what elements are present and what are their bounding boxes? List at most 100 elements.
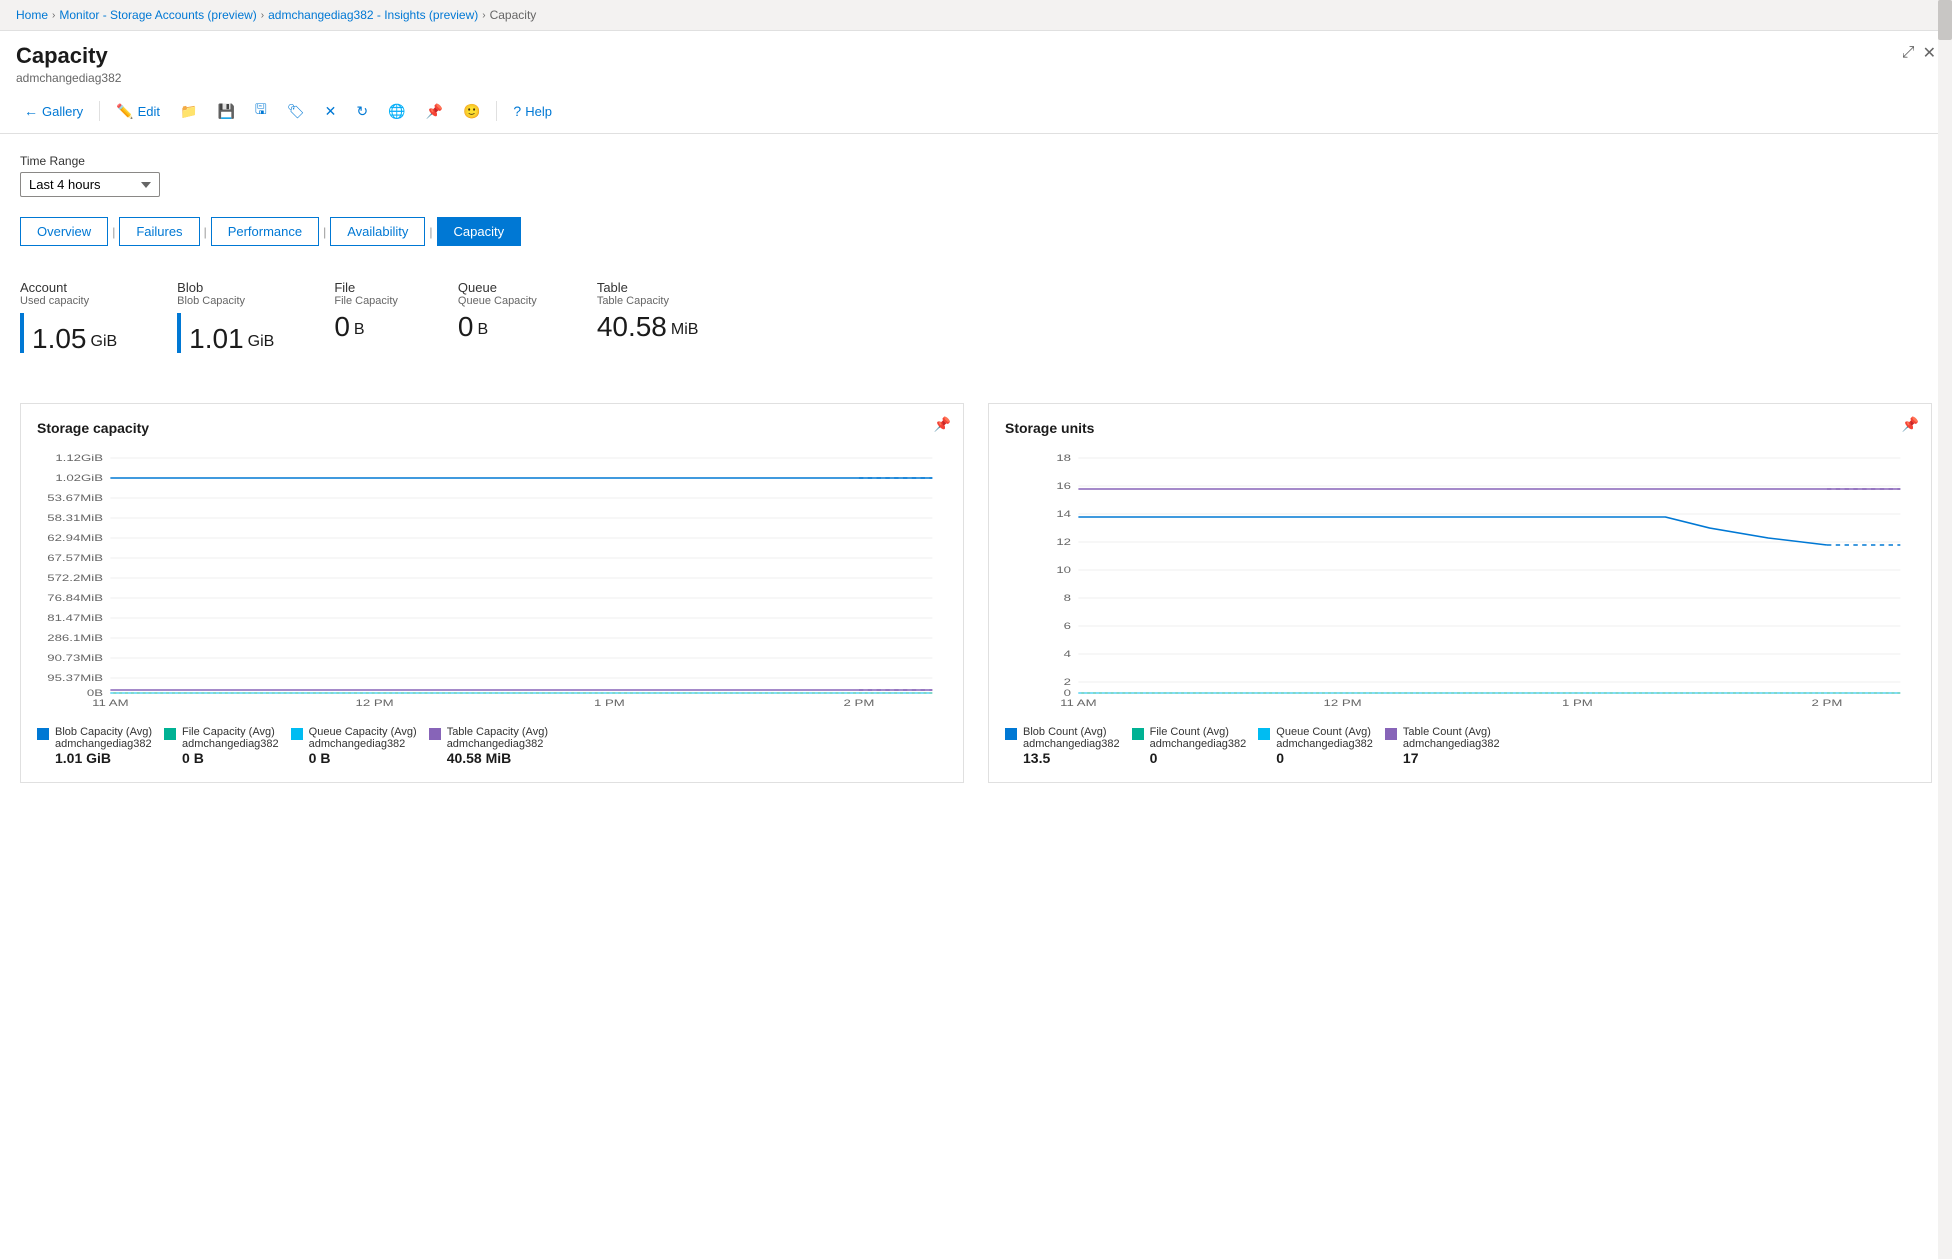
metric-blob-unit: GiB [248,333,275,353]
community-button[interactable]: 🌐 [380,99,413,124]
folder-icon: 📁 [180,103,197,120]
svg-text:62.94MiB: 62.94MiB [47,534,103,544]
edit-button[interactable]: ✏️ Edit [108,99,168,124]
metric-queue-sublabel: Queue Capacity [458,295,537,307]
metric-queue-label: Queue [458,280,537,295]
svg-text:18: 18 [1056,454,1071,464]
metric-table-number: 40.58 [597,313,667,341]
metric-queue-unit: B [478,321,489,341]
breadcrumb-sep-1: › [52,10,55,21]
toolbar-sep-2 [496,101,497,121]
legend-blob-count-value: 13.5 [1023,750,1120,766]
charts-section: Storage capacity 📌 [20,403,1932,783]
legend-queue-capacity-value: 0 B [309,750,417,766]
saveas-icon: 🖫 [255,99,267,123]
scrollbar-thumb[interactable] [1938,0,1952,40]
svg-text:1.12GiB: 1.12GiB [55,454,103,464]
legend-queue-capacity: Queue Capacity (Avg) admchangediag382 0 … [291,726,417,766]
svg-text:1.02GiB: 1.02GiB [55,474,103,484]
legend-blob-capacity-sublabel: admchangediag382 [55,738,152,750]
storage-units-pin[interactable]: 📌 [1902,416,1919,433]
metric-account: Account Used capacity 1.05 GiB [20,280,117,353]
legend-table-capacity-label: Table Capacity (Avg) [447,726,548,738]
time-range-label: Time Range [20,154,1932,168]
tag-button[interactable]: 🏷 [279,99,313,124]
breadcrumb-insights[interactable]: admchangediag382 - Insights (preview) [268,8,478,22]
legend-blob-capacity-color [37,728,49,740]
legend-blob-count-sublabel: admchangediag382 [1023,738,1120,750]
legend-table-capacity-text: Table Capacity (Avg) admchangediag382 40… [447,726,548,766]
metric-account-label: Account [20,280,117,295]
tab-sep-2: | [204,225,207,239]
metric-blob: Blob Blob Capacity 1.01 GiB [177,280,274,353]
legend-queue-count-text: Queue Count (Avg) admchangediag382 0 [1276,726,1373,766]
legend-blob-count-color [1005,728,1017,740]
svg-text:572.2MiB: 572.2MiB [47,574,103,584]
metric-blob-label: Blob [177,280,274,295]
tab-failures[interactable]: Failures [119,217,199,246]
legend-table-capacity-color [429,728,441,740]
svg-text:2: 2 [1064,678,1071,688]
gallery-button[interactable]: ← Gallery [16,99,91,123]
legend-file-count-label: File Count (Avg) [1150,726,1247,738]
save-icon: 💾 [217,103,234,120]
metric-blob-value-row: 1.01 GiB [177,313,274,353]
breadcrumb-monitor[interactable]: Monitor - Storage Accounts (preview) [59,8,256,22]
metric-table-sublabel: Table Capacity [597,295,699,307]
scrollbar-track[interactable] [1938,0,1952,1259]
metric-blob-bar [177,313,181,353]
tab-capacity[interactable]: Capacity [437,217,522,246]
svg-text:4: 4 [1064,650,1071,660]
svg-text:6: 6 [1064,622,1071,632]
tab-sep-4: | [429,225,432,239]
legend-blob-count-text: Blob Count (Avg) admchangediag382 13.5 [1023,726,1120,766]
header-icons: ⤢ ✕ [1902,43,1936,63]
legend-blob-count-label: Blob Count (Avg) [1023,726,1120,738]
breadcrumb-home[interactable]: Home [16,8,48,22]
svg-text:95.37MiB: 95.37MiB [47,674,103,684]
help-button[interactable]: ? Help [505,99,560,123]
tab-availability[interactable]: Availability [330,217,425,246]
storage-units-svg: 18 16 14 12 10 8 6 4 2 0 11 AM 12 PM 1 P… [1005,448,1915,708]
storage-capacity-title: Storage capacity [37,420,947,436]
svg-text:81.47MiB: 81.47MiB [47,614,103,624]
page-title-section: Capacity admchangediag382 [16,43,121,85]
legend-file-capacity: File Capacity (Avg) admchangediag382 0 B [164,726,279,766]
legend-queue-count-sublabel: admchangediag382 [1276,738,1373,750]
legend-table-count-sublabel: admchangediag382 [1403,738,1500,750]
metric-account-unit: GiB [91,333,118,353]
save-button[interactable]: 💾 [209,99,242,124]
metric-table-label: Table [597,280,699,295]
metric-queue: Queue Queue Capacity 0 B [458,280,537,353]
pin-button[interactable]: 📌 [418,99,451,124]
svg-text:2 PM: 2 PM [844,699,875,708]
refresh-button[interactable]: ↻ [348,99,376,124]
time-range-select[interactable]: Last 1 hour Last 4 hours Last 12 hours L… [20,172,160,197]
svg-text:0B: 0B [87,689,103,699]
legend-blob-capacity-value: 1.01 GiB [55,750,152,766]
delete-button[interactable]: ✕ [317,99,345,124]
edit-icon: ✏️ [116,103,133,120]
file-button[interactable]: 📁 [172,99,205,124]
emoji-icon: 🙂 [463,103,480,120]
help-icon: ? [513,103,521,119]
saveas-button[interactable]: 🖫 [247,95,275,127]
legend-table-count-text: Table Count (Avg) admchangediag382 17 [1403,726,1500,766]
metric-file-number: 0 [334,313,350,341]
legend-file-capacity-value: 0 B [182,750,279,766]
popout-icon[interactable]: ⤢ [1902,44,1915,62]
storage-capacity-legend: Blob Capacity (Avg) admchangediag382 1.0… [37,718,947,766]
storage-capacity-pin[interactable]: 📌 [934,416,951,433]
metric-table-value-row: 40.58 MiB [597,313,699,341]
tab-performance[interactable]: Performance [211,217,319,246]
legend-queue-capacity-sublabel: admchangediag382 [309,738,417,750]
feedback-button[interactable]: 🙂 [455,99,488,124]
close-icon[interactable]: ✕ [1923,43,1936,63]
legend-queue-count-value: 0 [1276,750,1373,766]
storage-units-legend: Blob Count (Avg) admchangediag382 13.5 F… [1005,718,1915,766]
tab-overview[interactable]: Overview [20,217,108,246]
metric-queue-number: 0 [458,313,474,341]
delete-icon: ✕ [325,103,337,120]
tab-sep-1: | [112,225,115,239]
svg-text:11 AM: 11 AM [92,699,128,708]
